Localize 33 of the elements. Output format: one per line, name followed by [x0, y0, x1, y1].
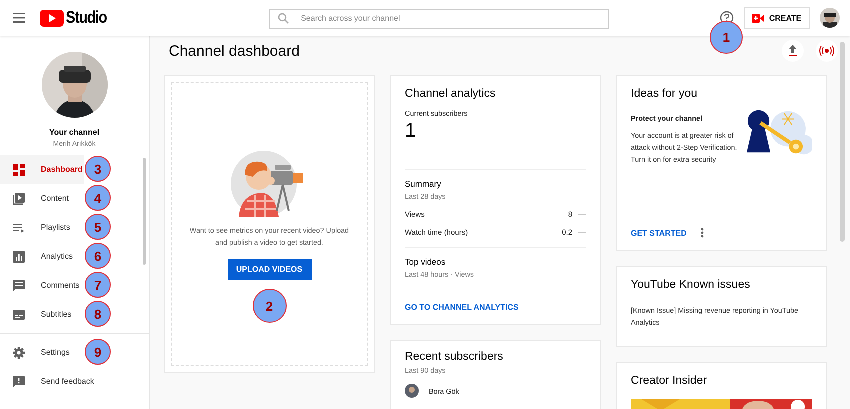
annotation-marker: 2 [252, 289, 286, 323]
card-title: Creator Insider [631, 375, 708, 387]
nav-item[interactable]: Dashboard [0, 155, 84, 184]
nav-item[interactable]: Comments [0, 271, 84, 300]
logo-text: Studio [66, 8, 107, 28]
card-title: Recent subscribers [405, 351, 504, 363]
annotation-marker: 7 [85, 272, 111, 298]
channel-title: Your channel [49, 128, 100, 137]
card-title: Ideas for you [631, 88, 698, 100]
annotation-marker: 5 [85, 214, 111, 240]
section-title: Top videos [405, 257, 447, 267]
nav-item[interactable]: Send feedback [0, 367, 94, 396]
section-title: Summary [405, 179, 442, 189]
create-button[interactable]: CREATE [744, 7, 810, 29]
annotation-marker: 1 [710, 21, 743, 54]
analytics-link[interactable]: GO TO CHANNEL ANALYTICS [405, 303, 586, 312]
nav-item[interactable]: Subtitles [0, 300, 84, 329]
annotation-marker: 3 [85, 156, 111, 182]
page-title: Channel dashboard [169, 42, 300, 60]
annotation-marker: 8 [85, 301, 111, 327]
nav-item[interactable]: Settings [0, 338, 70, 367]
annotation-marker: 4 [85, 185, 111, 211]
get-started-link[interactable]: GET STARTED [631, 228, 687, 238]
nav-item[interactable]: Playlists [0, 213, 84, 242]
card-title: YouTube Known issues [631, 279, 752, 291]
search-field[interactable]: Search across your channel [269, 8, 610, 28]
card-title: Channel analytics [405, 88, 497, 100]
upload-videos-button[interactable]: UPLOAD VIDEOS [228, 259, 312, 280]
annotation-marker: 6 [85, 243, 111, 269]
nav-item[interactable]: Analytics [0, 242, 84, 271]
subscriber-count: 1 [405, 120, 418, 143]
nav-item[interactable]: Content [0, 184, 84, 213]
annotation-marker: 9 [85, 339, 111, 365]
